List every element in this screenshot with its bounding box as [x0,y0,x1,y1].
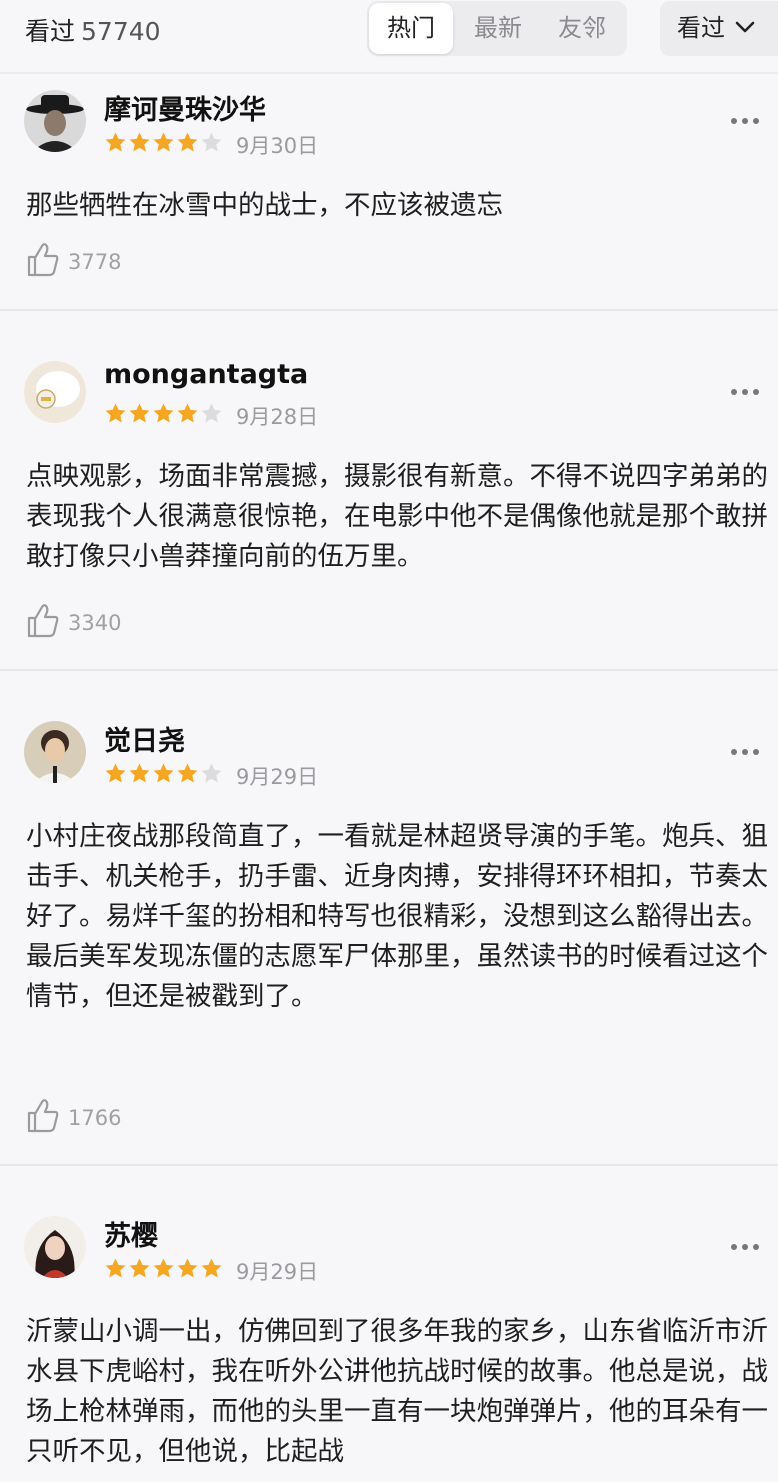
star-filled-icon [153,1258,174,1278]
star-filled-icon [105,403,126,423]
star-filled-icon [153,763,174,783]
watched-label: 看过 [25,17,76,46]
tab-friends[interactable]: 友邻 [547,1,617,56]
comment-date: 9月29日 [236,765,319,789]
star-filled-icon [177,403,198,423]
comment-card: 摩诃曼珠沙华 9月30日 那些牺牲在冰雪中的战士，不应该被遗忘 3778 [0,74,778,310]
like-count: 1766 [68,1106,122,1130]
star-filled-icon [105,132,126,152]
watched-filter-dropdown[interactable]: 看过 [660,1,778,56]
avatar[interactable] [24,361,86,423]
like-count: 3778 [68,250,122,274]
more-icon[interactable] [731,389,759,395]
star-rating [104,402,223,425]
tab-hot[interactable]: 热门 [369,3,453,54]
watched-filter-label: 看过 [677,14,725,42]
comment-card: mongantagta 9月28日 点映观影，场面非常震撼，摄影很有新意。不得不… [0,311,778,669]
comment-text: 那些牺牲在冰雪中的战士，不应该被遗忘 [26,190,503,221]
star-empty-icon [201,763,222,783]
star-empty-icon [201,403,222,423]
comment-card: 苏樱 9月29日 沂蒙山小调一出，仿佛回到了很多年我的家乡，山东省临沂市沂水县下… [0,1166,778,1482]
watched-count: 看过 57740 [25,12,161,48]
star-rating [104,131,223,154]
watched-number: 57740 [81,17,161,46]
more-icon[interactable] [731,1244,759,1250]
avatar[interactable] [24,1216,86,1278]
more-icon[interactable] [731,118,759,124]
comment-date: 9月28日 [236,405,319,429]
comment-date: 9月30日 [236,134,319,158]
avatar[interactable] [24,90,86,152]
username[interactable]: mongantagta [104,359,308,390]
like-count: 3340 [68,611,122,635]
star-filled-icon [105,763,126,783]
username[interactable]: 苏樱 [104,1214,158,1253]
more-icon[interactable] [731,749,759,755]
comment-text: 点映观影，场面非常震撼，摄影很有新意。不得不说四字弟弟的表现我个人很满意很惊艳，… [26,461,768,572]
thumbs-up-icon[interactable] [26,603,60,639]
star-empty-icon [201,132,222,152]
filter-segmented-control: 热门 最新 友邻 [367,1,627,56]
star-filled-icon [177,1258,198,1278]
chevron-down-icon [735,21,755,33]
star-rating [104,762,223,785]
comment-text: 小村庄夜战那段简直了，一看就是林超贤导演的手笔。炮兵、狙击手、机关枪手，扔手雷、… [26,821,768,1012]
username[interactable]: 摩诃曼珠沙华 [104,88,266,127]
thumbs-up-icon[interactable] [26,242,60,278]
star-filled-icon [177,132,198,152]
star-filled-icon [105,1258,126,1278]
thumbs-up-icon[interactable] [26,1098,60,1134]
comment-card: 觉日尧 9月29日 小村庄夜战那段简直了，一看就是林超贤导演的手笔。炮兵、狙击手… [0,671,778,1164]
star-filled-icon [153,403,174,423]
star-filled-icon [129,763,150,783]
star-rating [104,1257,223,1280]
comment-text: 沂蒙山小调一出，仿佛回到了很多年我的家乡，山东省临沂市沂水县下虎峪村，我在听外公… [26,1316,768,1467]
avatar[interactable] [24,721,86,783]
tab-latest[interactable]: 最新 [463,1,533,56]
star-filled-icon [129,132,150,152]
star-filled-icon [177,763,198,783]
star-filled-icon [201,1258,222,1278]
username[interactable]: 觉日尧 [104,719,185,758]
star-filled-icon [153,132,174,152]
star-filled-icon [129,403,150,423]
comment-date: 9月29日 [236,1260,319,1284]
top-bar: 看过 57740 热门 最新 友邻 看过 [0,0,778,62]
star-filled-icon [129,1258,150,1278]
